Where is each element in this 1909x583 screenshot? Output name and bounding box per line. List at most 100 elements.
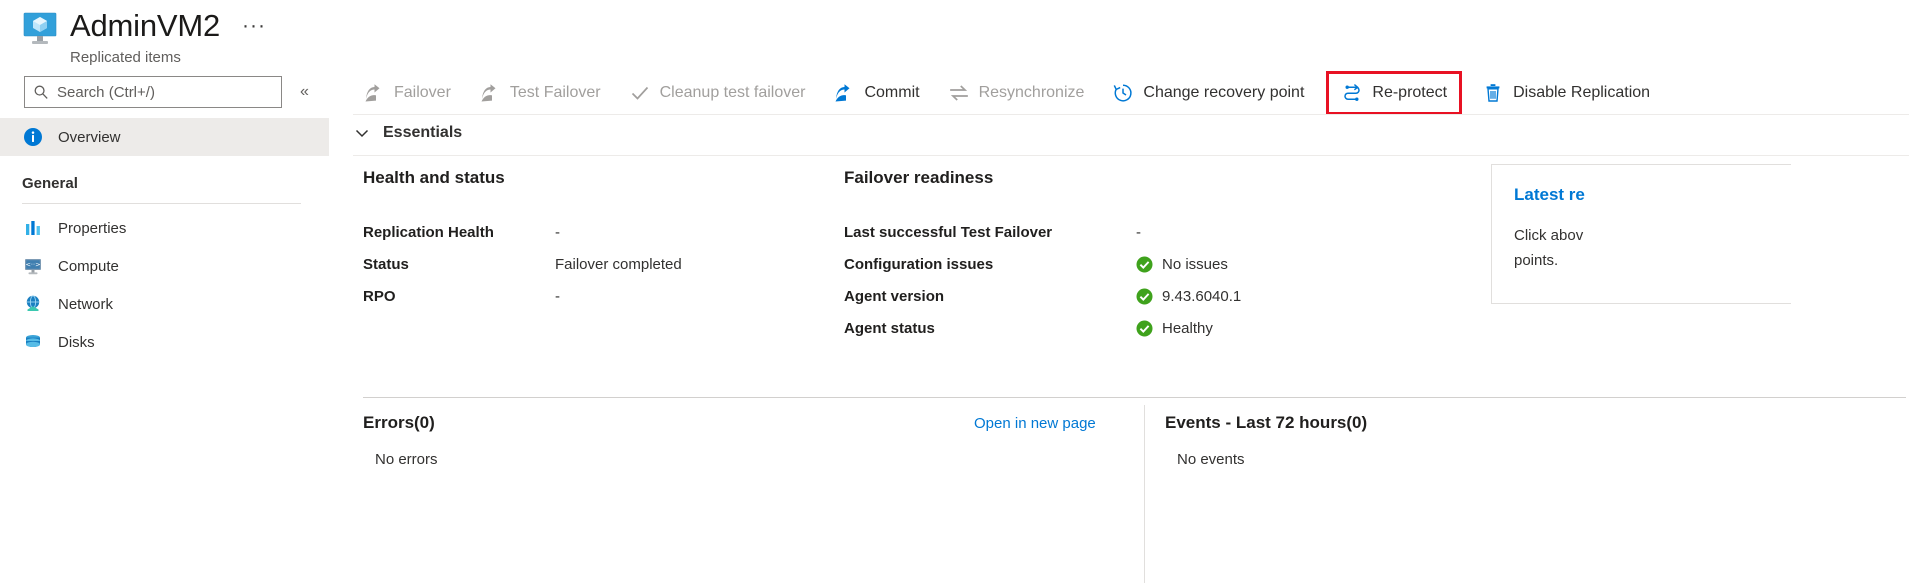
change-recovery-point-button[interactable]: Change recovery point	[1102, 73, 1314, 113]
events-section: Events - Last 72 hours(0) No events	[1165, 413, 1665, 468]
resource-subtitle: Replicated items	[70, 48, 270, 68]
command-label: Test Failover	[510, 84, 601, 102]
property-value: -	[555, 288, 560, 305]
sidebar-item-label: Network	[58, 296, 113, 313]
command-label: Disable Replication	[1513, 84, 1650, 102]
section-title: Health and status	[363, 168, 682, 188]
disks-icon	[22, 331, 44, 353]
search-input[interactable]: Search (Ctrl+/)	[24, 76, 282, 108]
section-title: Events - Last 72 hours(0)	[1165, 413, 1367, 433]
more-actions-button[interactable]: ···	[238, 11, 270, 41]
sidebar-nav-list: Properties <··> Compute	[0, 209, 329, 361]
sidebar-item-network[interactable]: Network	[0, 285, 329, 323]
resynchronize-icon	[948, 82, 970, 104]
sidebar-item-label: Overview	[58, 129, 121, 146]
command-label: Resynchronize	[979, 84, 1085, 102]
property-value-wrap: 9.43.6040.1	[1136, 288, 1241, 305]
sidebar-item-label: Compute	[58, 258, 119, 275]
property-label: Agent version	[844, 288, 1136, 305]
failover-icon	[363, 82, 385, 104]
events-body: No events	[1165, 451, 1665, 468]
errors-body: No errors	[363, 451, 1143, 468]
property-value-wrap: No issues	[1136, 256, 1228, 273]
property-value: 9.43.6040.1	[1162, 288, 1241, 305]
events-header: Events - Last 72 hours(0)	[1165, 413, 1665, 433]
commit-button[interactable]: Commit	[823, 73, 929, 113]
resynchronize-button[interactable]: Resynchronize	[938, 73, 1095, 113]
cleanup-test-failover-button[interactable]: Cleanup test failover	[619, 73, 816, 113]
trash-icon	[1482, 82, 1504, 104]
property-label: Status	[363, 256, 555, 273]
command-label: Change recovery point	[1143, 84, 1304, 102]
sidebar-item-compute[interactable]: <··> Compute	[0, 247, 329, 285]
property-label: Last successful Test Failover	[844, 224, 1136, 241]
open-in-new-page-link[interactable]: Open in new page	[974, 415, 1096, 432]
card-body: Click abov points.	[1514, 223, 1634, 273]
failover-button[interactable]: Failover	[353, 73, 461, 113]
command-label: Commit	[864, 84, 919, 102]
re-protect-icon	[1341, 82, 1363, 104]
bottom-divider	[363, 397, 1906, 398]
property-value: Failover completed	[555, 256, 682, 273]
essentials-toggle[interactable]: Essentials	[353, 120, 462, 146]
info-icon	[22, 126, 44, 148]
property-label: RPO	[363, 288, 555, 305]
sidebar-item-label: Properties	[58, 220, 126, 237]
rpo-row: RPO -	[363, 280, 682, 312]
section-title: Errors(0)	[363, 413, 435, 433]
test-failover-button[interactable]: Test Failover	[469, 73, 611, 113]
agent-version-row: Agent version 9.43.6040.1	[844, 280, 1241, 312]
command-label: Re-protect	[1372, 84, 1447, 102]
last-successful-test-failover-row: Last successful Test Failover -	[844, 216, 1241, 248]
search-placeholder: Search (Ctrl+/)	[57, 84, 155, 101]
essentials-label: Essentials	[383, 124, 462, 142]
sidebar-search-row: Search (Ctrl+/) «	[24, 76, 313, 108]
azure-portal-page: AdminVM2 ··· Replicated items Search (Ct…	[0, 0, 1909, 583]
card-title: Latest re	[1514, 185, 1791, 205]
agent-status-row: Agent status Healthy	[844, 312, 1241, 344]
latest-recovery-points-card: Latest re Click abov points.	[1491, 164, 1791, 304]
network-icon	[22, 293, 44, 315]
sidebar-group-divider	[22, 203, 301, 204]
sidebar-group-general: General	[22, 175, 78, 192]
collapse-menu-button[interactable]: «	[296, 78, 313, 106]
status-ok-icon	[1136, 320, 1153, 337]
commit-icon	[833, 82, 855, 104]
property-value: -	[555, 224, 560, 241]
property-value-wrap: Healthy	[1136, 320, 1213, 337]
test-failover-icon	[479, 82, 501, 104]
section-title: Failover readiness	[844, 168, 1241, 188]
property-label: Replication Health	[363, 224, 555, 241]
errors-events-separator	[1144, 405, 1145, 583]
property-label: Configuration issues	[844, 256, 1136, 273]
property-value: No issues	[1162, 256, 1228, 273]
command-label: Cleanup test failover	[660, 84, 806, 102]
property-value: Healthy	[1162, 320, 1213, 337]
compute-icon: <··>	[22, 255, 44, 277]
resource-content: Failover Test Failover Cleanup test	[329, 0, 1909, 583]
status-ok-icon	[1136, 288, 1153, 305]
sidebar-item-disks[interactable]: Disks	[0, 323, 329, 361]
configuration-issues-row: Configuration issues No issues	[844, 248, 1241, 280]
resource-header: AdminVM2 ··· Replicated items	[22, 6, 270, 68]
property-label: Agent status	[844, 320, 1136, 337]
chevron-down-icon	[353, 124, 371, 142]
search-icon	[33, 84, 49, 100]
virtual-machine-icon	[22, 12, 58, 46]
checkmark-icon	[629, 82, 651, 104]
card-body-line2: points.	[1514, 248, 1634, 273]
sidebar-item-properties[interactable]: Properties	[0, 209, 329, 247]
re-protect-button[interactable]: Re-protect	[1326, 71, 1462, 115]
page-title: AdminVM2	[70, 6, 220, 46]
sidebar-item-overview[interactable]: Overview	[0, 118, 329, 156]
properties-icon	[22, 217, 44, 239]
sidebar-nav-overview: Overview	[0, 118, 329, 156]
resource-left-pane: AdminVM2 ··· Replicated items Search (Ct…	[0, 0, 329, 583]
replication-health-row: Replication Health -	[363, 216, 682, 248]
clock-history-icon	[1112, 82, 1134, 104]
sidebar-item-label: Disks	[58, 334, 95, 351]
status-ok-icon	[1136, 256, 1153, 273]
disable-replication-button[interactable]: Disable Replication	[1472, 73, 1660, 113]
status-row: Status Failover completed	[363, 248, 682, 280]
essentials-bottom-divider	[353, 155, 1909, 156]
